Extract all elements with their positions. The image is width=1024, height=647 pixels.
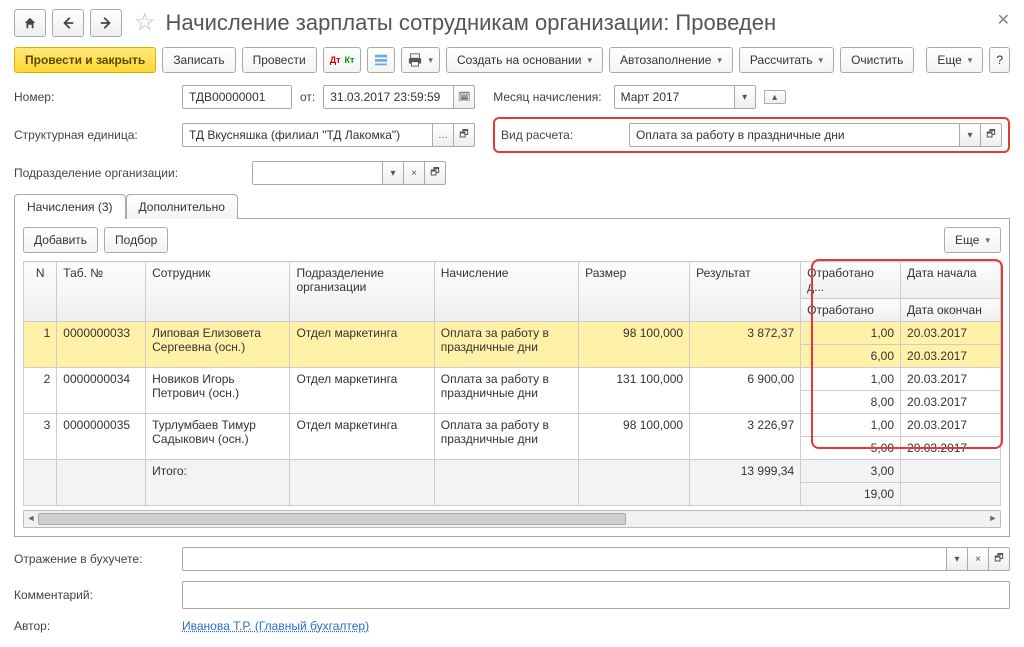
number-field[interactable]: ТДВ00000001: [182, 85, 292, 109]
dept-label: Подразделение организации:: [14, 166, 244, 180]
number-label: Номер:: [14, 90, 174, 104]
add-row-button[interactable]: Добавить: [23, 227, 98, 253]
col-result[interactable]: Результат: [690, 262, 801, 322]
more-button[interactable]: Еще▾: [926, 47, 983, 73]
month-dropdown-icon[interactable]: ▾: [734, 85, 756, 109]
month-field[interactable]: Март 2017: [614, 85, 734, 109]
col-n[interactable]: N: [24, 262, 57, 322]
accounting-open-icon[interactable]: 🗗: [989, 547, 1010, 571]
col-date-end[interactable]: Дата окончан: [901, 299, 1001, 322]
unit-choose-icon[interactable]: …: [432, 123, 454, 147]
table-row[interactable]: 20000000034Новиков Игорь Петрович (осн.)…: [24, 368, 1001, 391]
accounting-dropdown-icon[interactable]: ▾: [946, 547, 968, 571]
clear-button[interactable]: Очистить: [840, 47, 914, 73]
col-worked-days[interactable]: Отработано д...: [801, 262, 901, 299]
col-size[interactable]: Размер: [579, 262, 690, 322]
comment-label: Комментарий:: [14, 588, 174, 602]
accruals-table: N Таб. № Сотрудник Подразделение организ…: [23, 261, 1001, 506]
dept-clear-icon[interactable]: ×: [404, 161, 425, 185]
page-title: Начисление зарплаты сотрудникам организа…: [166, 10, 777, 36]
dept-open-icon[interactable]: 🗗: [425, 161, 446, 185]
author-label: Автор:: [14, 619, 174, 633]
unit-field[interactable]: ТД Вкусняшка (филиал "ТД Лакомка"): [182, 123, 432, 147]
back-button[interactable]: [52, 9, 84, 37]
dept-dropdown-icon[interactable]: ▾: [382, 161, 404, 185]
create-from-button[interactable]: Создать на основании▾: [446, 47, 603, 73]
debit-credit-icon[interactable]: ДтКт: [323, 47, 362, 73]
close-icon[interactable]: ✕: [997, 10, 1010, 30]
accounting-label: Отражение в бухучете:: [14, 552, 174, 566]
dept-field[interactable]: [252, 161, 382, 185]
author-link[interactable]: Иванова Т.Р. (Главный бухгалтер): [182, 619, 369, 633]
tab-extra[interactable]: Дополнительно: [126, 194, 238, 219]
scroll-right-icon[interactable]: ►: [986, 511, 1000, 525]
calc-open-icon[interactable]: 🗗: [981, 123, 1002, 147]
date-field[interactable]: 31.03.2017 23:59:59: [323, 85, 453, 109]
autofill-button[interactable]: Автозаполнение▾: [609, 47, 733, 73]
col-date-start[interactable]: Дата начала: [901, 262, 1001, 299]
accounting-field[interactable]: [182, 547, 946, 571]
from-label: от:: [300, 90, 315, 104]
structure-icon[interactable]: [367, 47, 395, 73]
print-icon[interactable]: ▾: [401, 47, 440, 73]
totals-row: Итого: 13 999,34 3,00: [24, 460, 1001, 483]
table-row[interactable]: 10000000033Липовая Елизовета Сергеевна (…: [24, 322, 1001, 345]
calc-type-field[interactable]: Оплата за работу в праздничные дни: [629, 123, 959, 147]
col-emp[interactable]: Сотрудник: [146, 262, 290, 322]
table-row[interactable]: 30000000035Турлумбаев Тимур Садыкович (о…: [24, 414, 1001, 437]
forward-button[interactable]: [90, 9, 122, 37]
favorite-icon[interactable]: ☆: [134, 8, 156, 37]
save-button[interactable]: Записать: [162, 47, 235, 73]
accounting-clear-icon[interactable]: ×: [968, 547, 989, 571]
post-button[interactable]: Провести: [242, 47, 317, 73]
calc-dropdown-icon[interactable]: ▾: [959, 123, 981, 147]
horizontal-scrollbar[interactable]: ◄ ►: [23, 510, 1001, 528]
col-accr[interactable]: Начисление: [434, 262, 578, 322]
scroll-thumb[interactable]: [38, 513, 626, 525]
date-picker-icon[interactable]: 🗓: [453, 85, 475, 109]
col-worked[interactable]: Отработано: [801, 299, 901, 322]
post-and-close-button[interactable]: Провести и закрыть: [14, 47, 156, 73]
help-button[interactable]: ?: [989, 47, 1010, 73]
month-label: Месяц начисления:: [493, 90, 601, 104]
table-more-button[interactable]: Еще▾: [944, 227, 1001, 253]
scroll-left-icon[interactable]: ◄: [24, 511, 38, 525]
month-up-icon[interactable]: ▴: [764, 90, 786, 104]
col-tab[interactable]: Таб. №: [57, 262, 146, 322]
calc-type-label: Вид расчета:: [501, 128, 621, 142]
col-dept[interactable]: Подразделение организации: [290, 262, 434, 322]
home-button[interactable]: [14, 9, 46, 37]
unit-label: Структурная единица:: [14, 128, 174, 142]
unit-open-icon[interactable]: 🗗: [454, 123, 475, 147]
pick-button[interactable]: Подбор: [104, 227, 168, 253]
comment-field[interactable]: [182, 581, 1010, 609]
calculate-button[interactable]: Рассчитать▾: [739, 47, 834, 73]
tab-accruals[interactable]: Начисления (3): [14, 194, 126, 219]
